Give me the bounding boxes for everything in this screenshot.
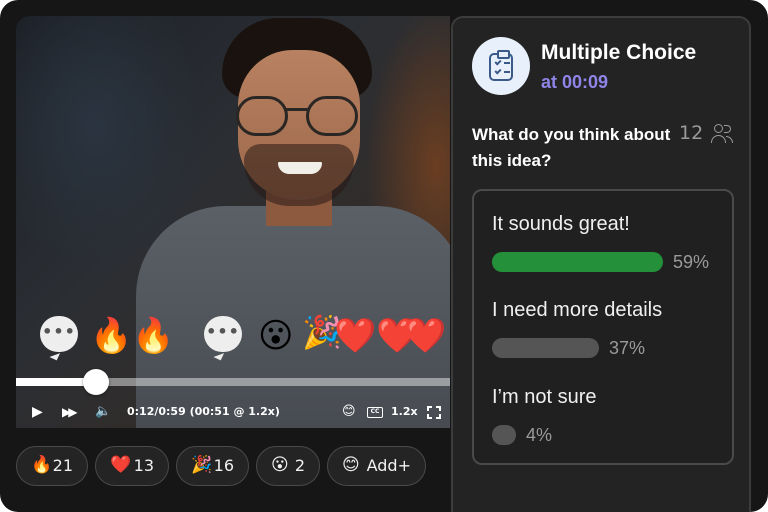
volume-icon[interactable]: 🔈 <box>95 404 111 420</box>
poll-timestamp[interactable]: at 00:09 <box>541 70 608 94</box>
user-body <box>726 136 733 143</box>
fullscreen-icon[interactable] <box>427 406 441 419</box>
speech-bubble-icon: ••• <box>40 316 78 352</box>
poll-option-percent: 37% <box>609 338 646 358</box>
poll-option-percent: 59% <box>673 252 710 272</box>
reaction-chips: 🔥 21 ❤️ 13 🎉 16 😮 2 😊 Add+ <box>16 446 436 486</box>
speech-bubble-icon: ••• <box>204 316 242 352</box>
glasses-right-lens <box>306 96 358 136</box>
floating-reactions: ••• 🔥🔥 ••• 😮 🎉 ❤️❤️ ❤️ <box>38 313 450 366</box>
video-player[interactable]: ••• 🔥🔥 ••• 😮 🎉 ❤️❤️ ❤️ ▶ ▶▶ 🔈 0:12/0:59 … <box>16 16 450 428</box>
fire-icon: 🔥 <box>31 455 53 475</box>
video-subject-smile <box>278 162 322 174</box>
fast-forward-icon[interactable]: ▶▶ <box>62 404 78 420</box>
reaction-count: 13 <box>133 456 154 475</box>
poll-option[interactable]: I need more details 37% <box>492 296 722 366</box>
poll-option[interactable]: It sounds great! 59% <box>492 210 722 280</box>
poll-result-track <box>492 425 664 445</box>
poll-option-percent: 4% <box>526 425 553 445</box>
reaction-count: 21 <box>52 456 73 475</box>
seek-bar-thumb[interactable] <box>82 369 109 395</box>
poll-option-label: I’m not sure <box>492 386 597 408</box>
heart-reaction: ❤️ <box>404 316 447 356</box>
poll-option-label: I need more details <box>492 299 663 321</box>
poll-option-label: It sounds great! <box>492 213 630 235</box>
glasses-left-lens <box>236 96 288 136</box>
poll-options: It sounds great! 59% I need more details… <box>472 189 734 465</box>
poll-result-bar <box>492 252 663 272</box>
add-reaction-label: Add+ <box>366 456 411 475</box>
surprised-face-icon: 😮 <box>271 455 289 475</box>
bubble-dots: ••• <box>206 322 240 341</box>
party-popper-icon: 🎉 <box>191 455 213 475</box>
user-head <box>714 124 723 133</box>
poll-result-track <box>492 252 664 272</box>
clipboard-shape <box>489 50 513 81</box>
reaction-chip-party[interactable]: 🎉 16 <box>176 446 249 486</box>
checklist-line <box>504 62 510 64</box>
play-icon[interactable]: ▶ <box>32 404 43 420</box>
add-reaction-button[interactable]: 😊 Add+ <box>327 446 426 486</box>
checklist-line <box>504 71 510 73</box>
participant-count: 12 <box>679 122 704 144</box>
check-mark <box>494 67 502 75</box>
clipboard-checklist-icon <box>472 37 530 95</box>
poll-panel: Multiple Choice at 00:09 What do you thi… <box>451 16 751 512</box>
player-controls: ▶ ▶▶ 🔈 0:12/0:59 (00:51 @ 1.2x) 😊 CC 1.2… <box>16 398 450 428</box>
reaction-chip-surprised[interactable]: 😮 2 <box>256 446 320 486</box>
reaction-chip-fire[interactable]: 🔥 21 <box>16 446 88 486</box>
poll-option[interactable]: I’m not sure 4% <box>492 383 722 453</box>
reaction-count: 16 <box>213 456 234 475</box>
heart-icon: ❤️ <box>110 455 132 475</box>
poll-result-bar <box>492 425 516 445</box>
poll-title: Multiple Choice <box>541 41 697 64</box>
seek-bar[interactable] <box>16 369 450 395</box>
playback-speed-button[interactable]: 1.2x <box>391 404 418 420</box>
poll-question: What do you think about this idea? <box>472 125 671 170</box>
add-emoji-icon: 😊 <box>342 455 360 475</box>
users-icon <box>711 124 733 144</box>
fire-reaction: 🔥🔥 <box>90 316 175 356</box>
surprised-reaction: 😮 <box>258 316 294 356</box>
glasses-bridge <box>286 108 308 111</box>
user-head <box>724 125 731 133</box>
user-body <box>711 135 726 143</box>
reaction-chip-heart[interactable]: ❤️ 13 <box>95 446 169 486</box>
check-mark <box>494 58 502 66</box>
poll-result-bar <box>492 338 599 358</box>
captions-icon[interactable]: CC <box>367 407 383 418</box>
video-subject-beard <box>244 144 354 206</box>
emoji-icon[interactable]: 😊 <box>342 404 356 420</box>
app-frame: ••• 🔥🔥 ••• 😮 🎉 ❤️❤️ ❤️ ▶ ▶▶ 🔈 0:12/0:59 … <box>0 0 768 512</box>
bubble-dots: ••• <box>42 322 76 341</box>
time-display: 0:12/0:59 (00:51 @ 1.2x) <box>127 405 280 418</box>
reaction-count: 2 <box>294 456 305 475</box>
